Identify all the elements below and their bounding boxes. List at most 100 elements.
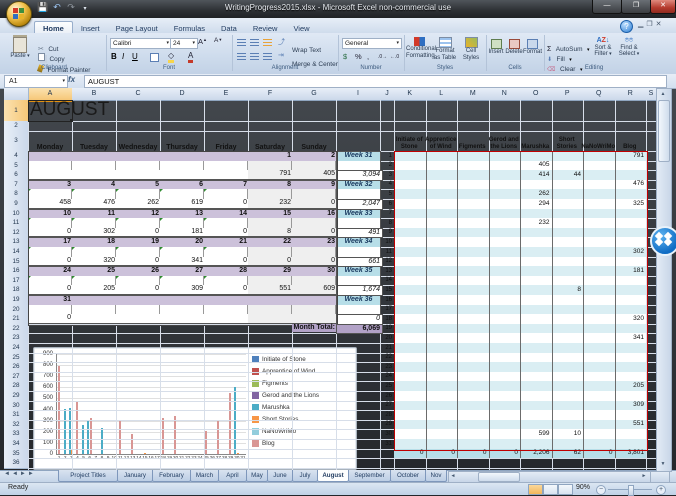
- calendar-value-cell[interactable]: [292, 314, 338, 324]
- calendar-value-cell[interactable]: [160, 314, 206, 324]
- paste-button[interactable]: Paste ▾: [6, 37, 34, 60]
- selection-box[interactable]: [28, 100, 73, 122]
- horizontal-scroll-thumb[interactable]: [478, 472, 520, 482]
- calendar-empty-cell[interactable]: [72, 161, 116, 171]
- calendar-empty-cell[interactable]: [28, 218, 72, 228]
- calendar-value-cell[interactable]: 0: [292, 228, 338, 238]
- sheet-tab-july[interactable]: July: [292, 470, 318, 482]
- view-page-break-button[interactable]: [558, 484, 573, 495]
- calendar-empty-cell[interactable]: [160, 247, 204, 257]
- calendar-empty-cell[interactable]: [248, 247, 292, 257]
- zoom-in-button[interactable]: +: [656, 485, 666, 495]
- calendar-empty-cell[interactable]: [28, 161, 72, 171]
- font-size-select[interactable]: 24▾: [170, 38, 198, 49]
- column-header-F[interactable]: F: [248, 88, 293, 101]
- sheet-tab-june[interactable]: June: [267, 470, 293, 482]
- calendar-value-cell[interactable]: 232: [248, 199, 294, 209]
- sort-filter-button[interactable]: AZ↓Sort & Filter ▾: [590, 37, 616, 58]
- format-as-table-button[interactable]: Format as Table: [432, 37, 458, 61]
- selection-fill-handle[interactable]: [70, 119, 73, 122]
- column-header-Q[interactable]: Q: [583, 88, 616, 101]
- vertical-scroll-thumb[interactable]: [658, 100, 670, 162]
- calendar-empty-cell[interactable]: [204, 305, 248, 315]
- calendar-empty-cell[interactable]: [292, 276, 336, 286]
- calendar-value-cell[interactable]: 8: [248, 228, 294, 238]
- hscroll-left-arrow[interactable]: ◄: [449, 472, 457, 480]
- calendar-empty-cell[interactable]: [160, 276, 204, 286]
- calendar-empty-cell[interactable]: [28, 276, 72, 286]
- calendar-empty-cell[interactable]: [204, 276, 248, 286]
- calendar-empty-cell[interactable]: [160, 189, 204, 199]
- increase-decimal-icon[interactable]: .0→: [378, 54, 387, 60]
- font-color-button[interactable]: A: [188, 51, 193, 60]
- insert-cells-button[interactable]: Insert: [487, 39, 505, 56]
- conditional-formatting-button[interactable]: Conditional Formatting: [406, 37, 432, 59]
- project-value-cell[interactable]: 232: [520, 220, 552, 227]
- project-value-cell[interactable]: 309: [615, 402, 647, 409]
- column-header-P[interactable]: P: [552, 88, 585, 101]
- project-value-cell[interactable]: 341: [615, 335, 647, 342]
- calendar-value-cell[interactable]: 0: [292, 257, 338, 267]
- number-format-select[interactable]: General▾: [342, 38, 402, 49]
- calendar-empty-cell[interactable]: [72, 247, 116, 257]
- project-value-cell[interactable]: 551: [615, 421, 647, 428]
- calendar-value-cell[interactable]: 0: [28, 314, 74, 324]
- redo-icon[interactable]: ↷: [64, 2, 78, 13]
- calendar-value-cell[interactable]: [72, 170, 118, 180]
- calendar-empty-cell[interactable]: [28, 247, 72, 257]
- cell-styles-button[interactable]: Cell Styles: [458, 37, 484, 61]
- calendar-value-cell[interactable]: [204, 170, 250, 180]
- column-header-O[interactable]: O: [520, 88, 553, 101]
- column-header-D[interactable]: D: [160, 88, 205, 101]
- italic-button[interactable]: I: [122, 52, 124, 61]
- calendar-value-cell[interactable]: 609: [292, 285, 338, 295]
- project-value-cell[interactable]: 181: [615, 268, 647, 275]
- currency-button[interactable]: $: [343, 52, 347, 61]
- view-normal-button[interactable]: [528, 484, 543, 495]
- calendar-value-cell[interactable]: 205: [72, 285, 118, 295]
- hscroll-right-arrow[interactable]: ►: [640, 472, 648, 480]
- zoom-slider-thumb[interactable]: [628, 485, 634, 496]
- fx-icon[interactable]: fx: [68, 75, 75, 84]
- undo-icon[interactable]: ↶: [50, 2, 64, 13]
- calendar-empty-cell[interactable]: [248, 276, 292, 286]
- calendar-empty-cell[interactable]: [116, 189, 160, 199]
- calendar-value-cell[interactable]: 181: [160, 228, 206, 238]
- sheet-tab-february[interactable]: February: [152, 470, 191, 482]
- sheet-tab-may[interactable]: May: [246, 470, 268, 482]
- sheet-tab-nov[interactable]: Nov: [425, 470, 447, 482]
- maximize-button[interactable]: ❐: [621, 0, 651, 14]
- zoom-out-button[interactable]: −: [596, 485, 606, 495]
- tab-nav-buttons[interactable]: ◄◄►►: [4, 471, 56, 481]
- calendar-value-cell[interactable]: 0: [248, 257, 294, 267]
- workbook-window-controls[interactable]: ▁❐✕: [638, 20, 665, 28]
- project-value-cell[interactable]: 791: [615, 153, 647, 160]
- column-header-J[interactable]: J: [380, 88, 395, 101]
- calendar-empty-cell[interactable]: [72, 305, 116, 315]
- calendar-value-cell[interactable]: 0: [116, 228, 162, 238]
- align-bottom-icon[interactable]: [263, 39, 272, 46]
- calendar-empty-cell[interactable]: [292, 218, 336, 228]
- column-header-N[interactable]: N: [489, 88, 522, 101]
- delete-cells-button[interactable]: Delete: [505, 39, 523, 56]
- orientation-icon[interactable]: ⤴: [278, 37, 285, 47]
- shrink-font-button[interactable]: A▼: [214, 37, 222, 44]
- calendar-value-cell[interactable]: 0: [292, 199, 338, 209]
- project-value-cell[interactable]: 405: [520, 162, 552, 169]
- row-header-1[interactable]: 1: [4, 100, 29, 122]
- scroll-down-arrow[interactable]: ▼: [657, 459, 669, 469]
- calendar-value-cell[interactable]: [116, 314, 162, 324]
- save-icon[interactable]: 💾: [36, 2, 50, 13]
- project-value-cell[interactable]: 205: [615, 383, 647, 390]
- calendar-value-cell[interactable]: 0: [116, 285, 162, 295]
- column-header-G[interactable]: G: [292, 88, 337, 101]
- minimize-button[interactable]: —: [592, 0, 622, 14]
- column-header-R[interactable]: R: [615, 88, 648, 101]
- calendar-empty-cell[interactable]: [116, 276, 160, 286]
- calendar-value-cell[interactable]: 341: [160, 257, 206, 267]
- comma-button[interactable]: ,: [367, 52, 369, 61]
- tab-split-handle[interactable]: [650, 471, 670, 483]
- project-value-cell[interactable]: 262: [520, 191, 552, 198]
- project-value-cell[interactable]: 8: [552, 287, 584, 294]
- calendar-empty-cell[interactable]: [28, 189, 72, 199]
